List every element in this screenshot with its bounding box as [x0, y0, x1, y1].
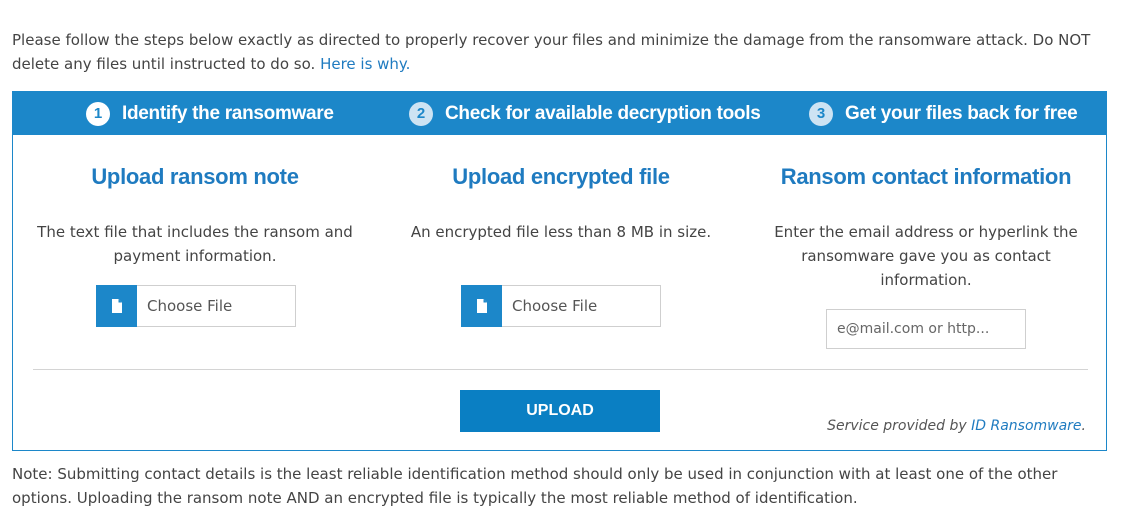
choose-file-label: Choose File — [512, 297, 598, 315]
file-icon — [461, 284, 502, 327]
intro-text: Please follow the steps below exactly as… — [12, 28, 1112, 76]
divider — [33, 369, 1088, 370]
step-3-number: 3 — [809, 101, 833, 126]
step-1-number: 1 — [86, 101, 110, 126]
step-3: 3 Get your files back for free — [809, 92, 1078, 135]
step-1-label: Identify the ransomware — [122, 102, 334, 124]
id-ransomware-link[interactable]: ID Ransomware — [971, 418, 1081, 434]
encrypted-file-title: Upload encrypted file — [452, 164, 670, 189]
ransom-note-title: Upload ransom note — [91, 164, 299, 189]
steps-bar: 1 Identify the ransomware 2 Check for av… — [13, 92, 1106, 135]
ransom-note-description: The text file that includes the ransom a… — [37, 223, 353, 265]
choose-ransom-note-button[interactable]: Choose File — [96, 284, 296, 327]
contact-info-column: Ransom contact information Enter the ema… — [751, 135, 1101, 292]
choose-encrypted-file-button[interactable]: Choose File — [461, 284, 661, 327]
service-credit: Service provided by ID Ransomware. — [827, 418, 1086, 434]
file-icon — [96, 284, 137, 327]
ransom-note-column: Upload ransom note The text file that in… — [15, 135, 375, 268]
step-2: 2 Check for available decryption tools — [409, 92, 761, 135]
here-is-why-link[interactable]: Here is why. — [320, 55, 410, 73]
service-prefix: Service provided by — [827, 418, 967, 434]
contact-info-title: Ransom contact information — [780, 164, 1072, 189]
choose-file-label: Choose File — [147, 297, 233, 315]
encrypted-file-description: An encrypted file less than 8 MB in size… — [410, 223, 712, 241]
contact-info-input[interactable] — [826, 309, 1026, 349]
service-suffix: . — [1081, 418, 1086, 434]
recovery-panel: 1 Identify the ransomware 2 Check for av… — [12, 91, 1107, 451]
step-2-number: 2 — [409, 101, 433, 126]
upload-button[interactable]: UPLOAD — [460, 390, 660, 432]
encrypted-file-column: Upload encrypted file An encrypted file … — [379, 135, 743, 244]
contact-info-description: Enter the email address or hyperlink the… — [774, 223, 1078, 289]
note-text: Note: Submitting contact details is the … — [12, 465, 1058, 507]
step-2-label: Check for available decryption tools — [445, 102, 761, 124]
step-3-label: Get your files back for free — [845, 102, 1078, 124]
step-1: 1 Identify the ransomware — [86, 92, 334, 135]
intro-message: Please follow the steps below exactly as… — [12, 31, 1091, 73]
